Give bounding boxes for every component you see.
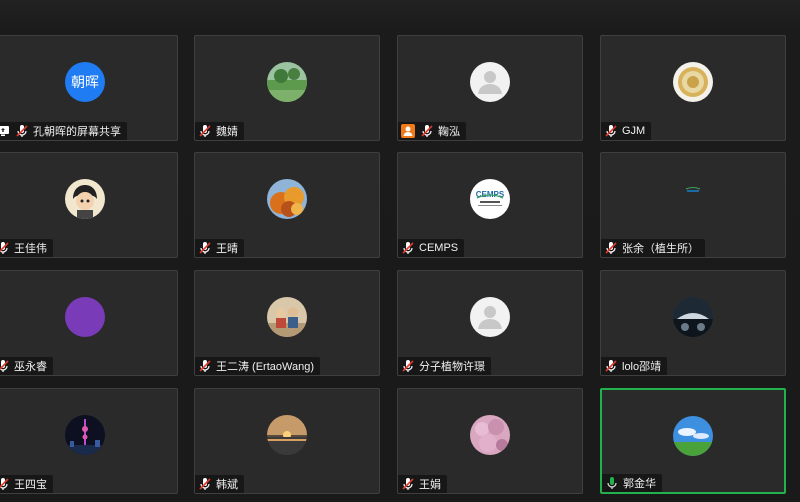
avatar (470, 297, 510, 337)
participant-tile[interactable]: 魏婧 (194, 35, 380, 141)
participant-name: CEMPS (419, 242, 459, 254)
microphone-muted-icon (400, 476, 416, 492)
name-bar: 王佳伟 (0, 239, 53, 257)
name-bar: GJM (601, 122, 652, 140)
avatar (65, 297, 105, 337)
participant-name: 分子植物许璟 (419, 361, 485, 373)
participant-tile[interactable]: lolo邵靖 (600, 270, 786, 376)
name-bar: 王四宝 (0, 475, 53, 493)
participant-tile[interactable]: CEMPS CEMPS (397, 152, 583, 258)
avatar (267, 415, 307, 455)
microphone-muted-icon (0, 240, 11, 256)
participant-name: 鞠泓 (438, 126, 460, 138)
participant-tile[interactable]: 王娟 (397, 388, 583, 494)
name-bar: lolo邵靖 (601, 357, 668, 375)
microphone-muted-icon (14, 123, 30, 139)
name-bar: 鞠泓 (398, 122, 466, 140)
microphone-muted-icon (0, 358, 11, 374)
participant-name: 孔朝晖的屏幕共享 (33, 126, 121, 138)
microphone-icon (604, 475, 620, 491)
microphone-muted-icon (419, 123, 435, 139)
avatar: CEMPS (470, 179, 510, 219)
participant-tile[interactable]: GJM (600, 35, 786, 141)
name-bar: 分子植物许璟 (398, 357, 491, 375)
participant-tile[interactable]: 朝晖孔朝晖的屏幕共享 (0, 35, 178, 141)
participant-name: 巫永睿 (14, 361, 47, 373)
name-bar: 巫永睿 (0, 357, 53, 375)
participant-tile[interactable]: 王四宝 (0, 388, 178, 494)
name-bar: 王二涛 (ErtaoWang) (195, 357, 321, 375)
avatar (673, 416, 713, 456)
participant-tile[interactable]: 张余（植生所） (600, 152, 786, 258)
avatar (65, 415, 105, 455)
participant-name: 王四宝 (14, 479, 47, 491)
avatar (65, 179, 105, 219)
host-avatar-icon (400, 123, 416, 139)
avatar: 朝晖 (65, 62, 105, 102)
participant-tile[interactable]: 分子植物许璟 (397, 270, 583, 376)
participant-tile[interactable]: 巫永睿 (0, 270, 178, 376)
gallery-view: × 朝晖孔朝晖的屏幕共享魏婧鞠泓GJM王佳伟王晴CEMPSCEMPS张余（植生所… (0, 0, 800, 502)
participant-name: 魏婧 (216, 126, 238, 138)
participant-name: 韩斌 (216, 479, 238, 491)
participant-tile[interactable]: 韩斌 (194, 388, 380, 494)
participant-name: 王娟 (419, 479, 441, 491)
participant-name: GJM (622, 125, 646, 137)
microphone-muted-icon (0, 476, 11, 492)
microphone-muted-icon (603, 240, 619, 256)
participant-name: 郭金华 (623, 478, 656, 490)
microphone-muted-icon (603, 123, 619, 139)
participant-name: 王二涛 (ErtaoWang) (216, 361, 315, 373)
microphone-muted-icon (197, 123, 213, 139)
participant-tile[interactable]: 鞠泓 (397, 35, 583, 141)
avatar (267, 62, 307, 102)
participant-name: 王晴 (216, 243, 238, 255)
microphone-muted-icon (603, 358, 619, 374)
microphone-muted-icon (400, 240, 416, 256)
name-bar: 王晴 (195, 239, 244, 257)
name-bar: CEMPS (398, 239, 465, 257)
participant-tile[interactable]: 王晴 (194, 152, 380, 258)
name-bar: 王娟 (398, 475, 447, 493)
avatar (470, 62, 510, 102)
microphone-muted-icon (400, 358, 416, 374)
name-bar: 孔朝晖的屏幕共享 (0, 122, 127, 140)
avatar (267, 297, 307, 337)
screen-share-icon (0, 123, 11, 139)
avatar-initials: 朝晖 (71, 74, 99, 90)
avatar (470, 415, 510, 455)
avatar (267, 179, 307, 219)
participant-tile[interactable]: 王佳伟 (0, 152, 178, 258)
name-bar: 张余（植生所） (601, 239, 705, 257)
participant-tile[interactable]: 郭金华 (600, 388, 786, 494)
name-bar: 郭金华 (602, 474, 662, 492)
avatar (673, 297, 713, 337)
participant-name: lolo邵靖 (622, 361, 662, 373)
name-bar: 魏婧 (195, 122, 244, 140)
participant-name: 张余（植生所） (622, 243, 699, 255)
avatar (673, 179, 713, 219)
microphone-muted-icon (197, 476, 213, 492)
microphone-muted-icon (197, 240, 213, 256)
avatar (673, 62, 713, 102)
participant-name: 王佳伟 (14, 243, 47, 255)
name-bar: 韩斌 (195, 475, 244, 493)
microphone-muted-icon (197, 358, 213, 374)
participant-tile[interactable]: 王二涛 (ErtaoWang) (194, 270, 380, 376)
